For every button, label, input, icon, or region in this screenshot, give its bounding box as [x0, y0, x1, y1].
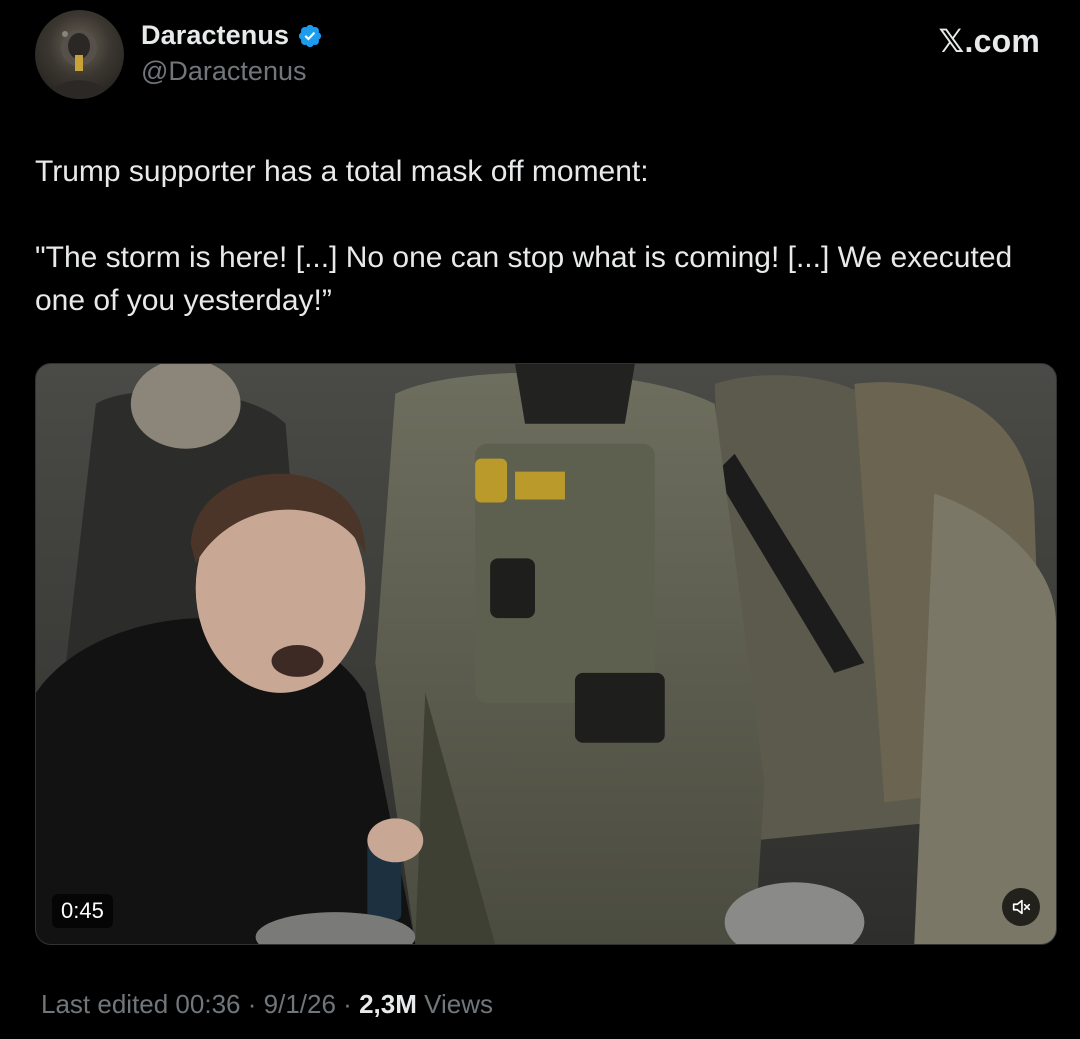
tweet-metadata: Last edited 00:36 · 9/1/26 · 2,3M Views [41, 989, 493, 1020]
display-name[interactable]: Daractenus [141, 20, 289, 51]
video-frame [36, 364, 1056, 944]
separator: · [343, 989, 352, 1019]
video-player[interactable]: 0:45 [35, 363, 1057, 945]
post-date[interactable]: 9/1/26 [264, 989, 336, 1019]
video-duration: 0:45 [52, 894, 113, 928]
volume-muted-icon [1012, 899, 1031, 915]
tweet-text: Trump supporter has a total mask off mom… [35, 150, 1040, 322]
author-name-row[interactable]: Daractenus [141, 20, 323, 51]
views-label: Views [424, 989, 494, 1019]
avatar[interactable] [35, 10, 124, 99]
mute-button[interactable] [1002, 888, 1040, 926]
edited-timestamp[interactable]: Last edited 00:36 [41, 989, 241, 1019]
views-count: 2,3M [359, 989, 417, 1019]
tweet-paragraph: Trump supporter has a total mask off mom… [35, 155, 649, 188]
tweet-screenshot: Daractenus @Daractenus 𝕏.com Trump suppo… [0, 0, 1080, 1039]
author-handle[interactable]: @Daractenus [141, 56, 306, 87]
avatar-image [49, 30, 110, 99]
x-com-logo: 𝕏.com [938, 23, 1040, 59]
verified-badge-icon [298, 24, 322, 47]
separator: · [247, 989, 257, 1019]
tweet-paragraph: "The storm is here! [...] No one can sto… [35, 241, 1013, 317]
